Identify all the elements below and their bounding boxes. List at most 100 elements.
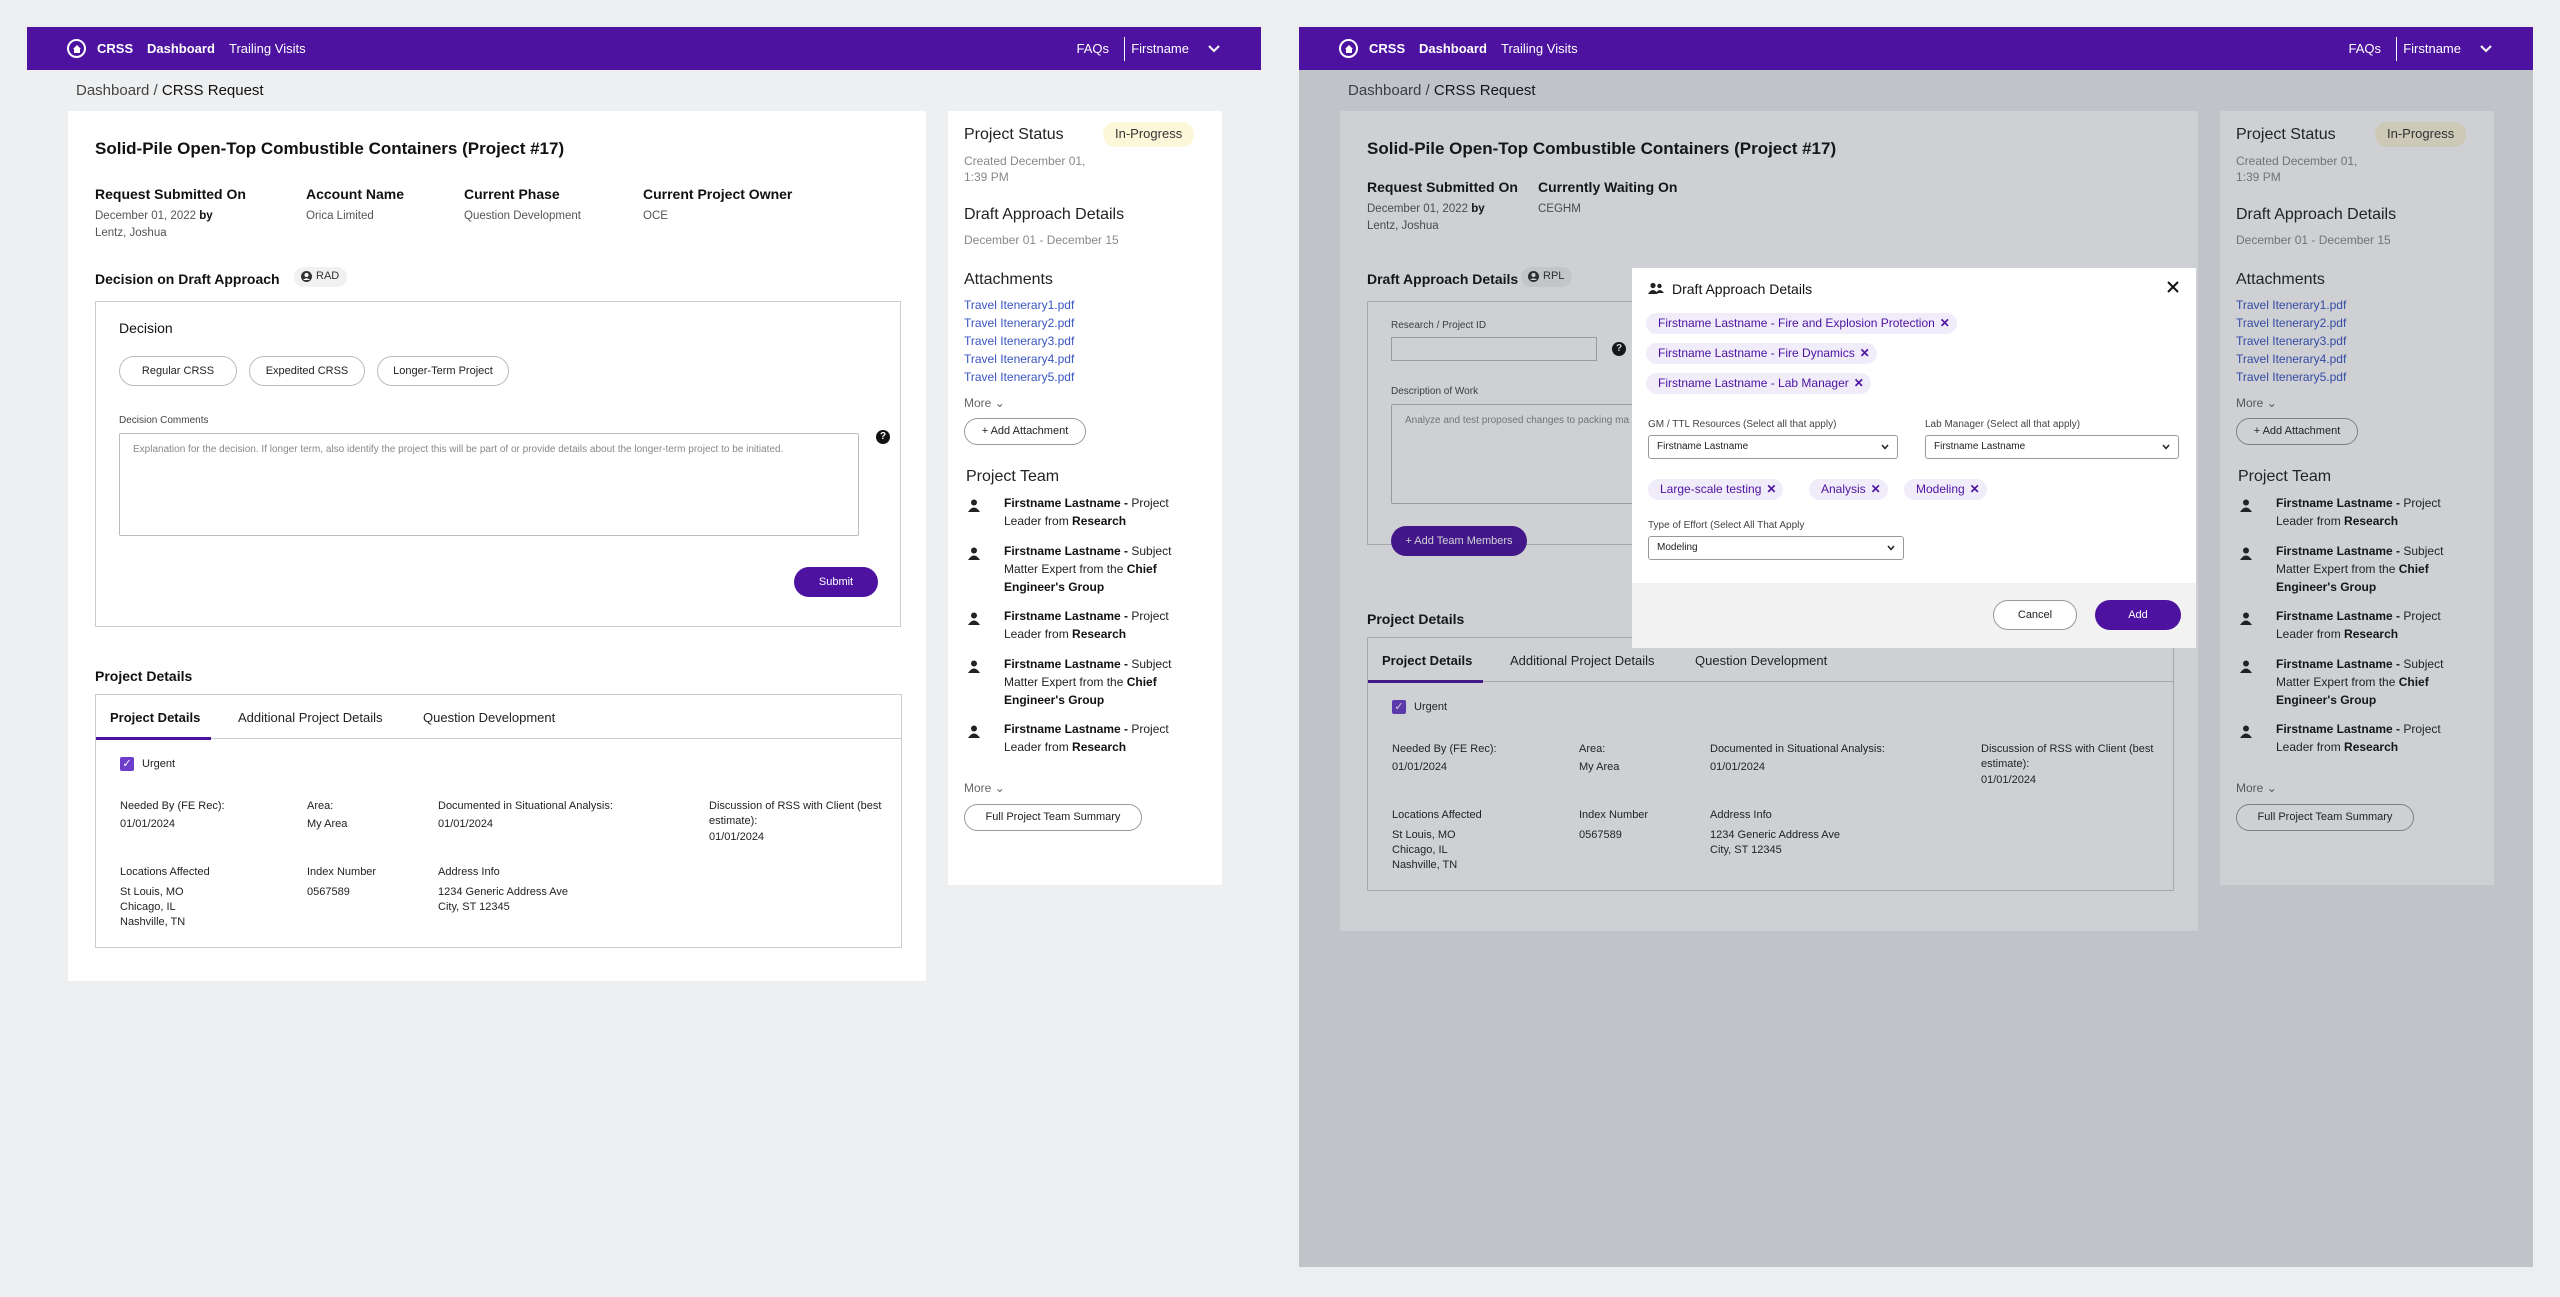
close-icon[interactable] (2166, 280, 2180, 294)
locations-value-2: Chicago, IL (120, 901, 176, 913)
address-label: Address Info (438, 866, 500, 878)
right-screen: CRSS Dashboard Trailing Visits FAQs Firs… (1299, 27, 2533, 1267)
team-member: Firstname Lastname - Project Leader from… (1004, 722, 1169, 754)
person-chip[interactable]: Firstname Lastname - Fire Dynamics ✕ (1646, 343, 1877, 364)
needed-by-label: Needed By (FE Rec): (120, 800, 225, 812)
draft-approach-modal: Draft Approach Details Firstname Lastnam… (1632, 268, 2196, 648)
remove-icon[interactable]: ✕ (1854, 373, 1864, 394)
nav-divider (1124, 37, 1125, 61)
team-member: Firstname Lastname - Subject Matter Expe… (1004, 544, 1172, 594)
lab-manager-label: Lab Manager (Select all that apply) (1925, 419, 2081, 430)
add-attachment-button[interactable]: + Add Attachment (964, 418, 1086, 445)
left-screen: CRSS Dashboard Trailing Visits FAQs Firs… (27, 27, 1261, 1059)
urgent-checkbox[interactable]: ✓ (120, 757, 134, 771)
chevron-down-icon (1887, 545, 1895, 551)
team-member: Firstname Lastname - Project Leader from… (1004, 609, 1169, 641)
effort-type-label: Type of Effort (Select All That Apply (1648, 520, 1805, 531)
attachment-link[interactable]: Travel Itenerary1.pdf (964, 296, 1074, 314)
modal-backdrop[interactable] (1299, 70, 2533, 1267)
regular-crss-button[interactable]: Regular CRSS (119, 356, 237, 386)
nav-trailing-visits[interactable]: Trailing Visits (229, 41, 306, 56)
longer-term-button[interactable]: Longer-Term Project (377, 356, 509, 386)
discussion-label: Discussion of RSS with Client (best esti… (709, 800, 882, 827)
draft-approach-title: Draft Approach Details (964, 206, 1125, 223)
modal-footer: Cancel Add (1632, 583, 2196, 648)
person-icon (968, 499, 980, 512)
cancel-button[interactable]: Cancel (1993, 600, 2077, 630)
attachment-link[interactable]: Travel Itenerary3.pdf (964, 332, 1074, 350)
decision-section-title: Decision on Draft Approach (95, 271, 280, 287)
effort-chip[interactable]: Large-scale testing ✕ (1648, 479, 1784, 500)
submit-button[interactable]: Submit (794, 567, 878, 597)
decision-comments-label: Decision Comments (119, 415, 209, 426)
gm-resources-select[interactable]: Firstname Lastname (1648, 435, 1898, 459)
area-value: My Area (307, 818, 348, 830)
user-menu[interactable]: Firstname (2403, 41, 2461, 56)
remove-icon[interactable]: ✕ (1860, 343, 1870, 364)
chevron-down-icon: ⌄ (994, 396, 1005, 410)
remove-icon[interactable]: ✕ (1940, 313, 1950, 334)
expedited-crss-button[interactable]: Expedited CRSS (249, 356, 365, 386)
locations-value-3: Nashville, TN (120, 916, 186, 928)
effort-chip[interactable]: Modeling ✕ (1904, 479, 1987, 500)
status-sidebar: Project Status In-Progress Created Decem… (948, 111, 1222, 885)
address-value-1: 1234 Generic Address Ave (438, 886, 569, 898)
project-team-title: Project Team (966, 468, 1060, 485)
breadcrumb-root[interactable]: Dashboard / (76, 82, 162, 99)
full-team-summary-button[interactable]: Full Project Team Summary (964, 804, 1142, 831)
remove-icon[interactable]: ✕ (1970, 479, 1980, 500)
effort-chip[interactable]: Analysis ✕ (1809, 479, 1888, 500)
team-more[interactable]: More ⌄ (964, 781, 1005, 795)
area-label: Area: (307, 800, 334, 812)
brand-name[interactable]: CRSS (97, 41, 133, 56)
brand-name[interactable]: CRSS (1369, 41, 1405, 56)
rad-badge-label: RAD (316, 270, 340, 282)
attachment-link[interactable]: Travel Itenerary5.pdf (964, 368, 1074, 386)
chevron-down-icon[interactable] (1207, 42, 1221, 56)
attachment-link[interactable]: Travel Itenerary4.pdf (964, 350, 1074, 368)
locations-label: Locations Affected (120, 866, 210, 878)
discussion-value: 01/01/2024 (709, 831, 765, 843)
created-date: Created December 01, 1:39 PM (964, 154, 1086, 184)
documented-label: Documented in Situational Analysis: (438, 800, 613, 812)
nav-dashboard[interactable]: Dashboard (1419, 41, 1487, 56)
draft-approach-dates: December 01 - December 15 (964, 233, 1119, 247)
account-label: Account Name (306, 186, 405, 202)
home-icon[interactable] (67, 39, 86, 58)
team-member: Firstname Lastname - Subject Matter Expe… (1004, 657, 1172, 707)
remove-icon[interactable]: ✕ (1871, 479, 1881, 500)
user-circle-icon (301, 271, 312, 282)
help-icon[interactable]: ? (876, 430, 890, 444)
chevron-down-icon (2162, 444, 2170, 450)
submitted-label: Request Submitted On (95, 186, 246, 202)
status-badge: In-Progress (1103, 122, 1195, 147)
tab-question-development[interactable]: Question Development (423, 710, 555, 725)
phase-label: Current Phase (464, 186, 560, 202)
tab-additional-project-details[interactable]: Additional Project Details (238, 710, 383, 725)
tab-project-details[interactable]: Project Details (110, 710, 200, 725)
person-chip[interactable]: Firstname Lastname - Fire and Explosion … (1646, 313, 1957, 334)
submitted-value: December 01, 2022 by Lentz, Joshua (95, 210, 213, 239)
lab-manager-select[interactable]: Firstname Lastname (1925, 435, 2179, 459)
address-value-2: City, ST 12345 (438, 901, 510, 913)
nav-trailing-visits[interactable]: Trailing Visits (1501, 41, 1578, 56)
user-menu[interactable]: Firstname (1131, 41, 1189, 56)
add-button[interactable]: Add (2095, 600, 2181, 630)
remove-icon[interactable]: ✕ (1766, 479, 1776, 500)
nav-faqs[interactable]: FAQs (2348, 41, 2381, 56)
nav-faqs[interactable]: FAQs (1076, 41, 1109, 56)
decision-heading: Decision (119, 320, 173, 336)
nav-dashboard[interactable]: Dashboard (147, 41, 215, 56)
gm-resources-label: GM / TTL Resources (Select all that appl… (1648, 419, 1837, 430)
documented-value: 01/01/2024 (438, 818, 494, 830)
decision-comments-textarea[interactable]: Explanation for the decision. If longer … (119, 433, 859, 536)
home-icon[interactable] (1339, 39, 1358, 58)
chevron-down-icon (1881, 444, 1889, 450)
person-icon (968, 660, 980, 673)
person-chip[interactable]: Firstname Lastname - Lab Manager ✕ (1646, 373, 1871, 394)
attachment-link[interactable]: Travel Itenerary2.pdf (964, 314, 1074, 332)
chevron-down-icon[interactable] (2479, 42, 2493, 56)
project-details-tabs: Project Details Additional Project Detai… (96, 695, 901, 740)
attachments-more[interactable]: More ⌄ (964, 396, 1005, 410)
effort-type-select[interactable]: Modeling (1648, 536, 1904, 560)
